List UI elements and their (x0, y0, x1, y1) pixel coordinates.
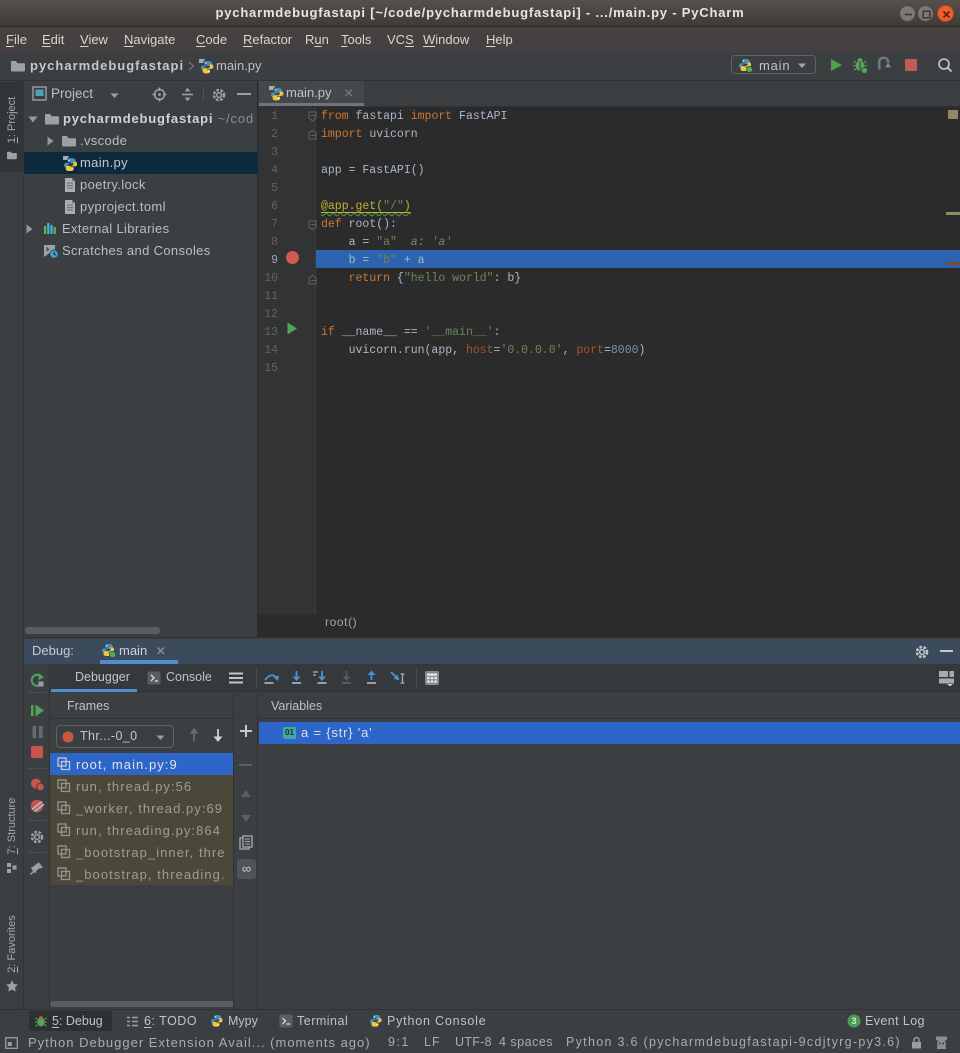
svg-text:3: 3 (851, 1016, 856, 1026)
